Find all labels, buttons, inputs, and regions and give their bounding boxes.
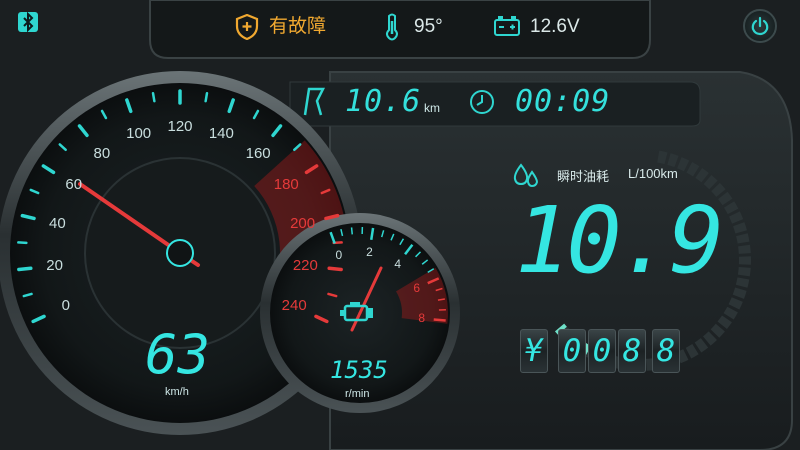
power-button[interactable] [743, 9, 777, 43]
speed-tick-label: 20 [46, 256, 63, 274]
power-icon [751, 16, 769, 36]
cost-digit: 8 [652, 329, 680, 373]
speed-tick [327, 266, 343, 272]
road-icon [303, 87, 326, 116]
rpm-tick [433, 318, 446, 322]
cost-digit: 0 [558, 329, 586, 373]
currency-symbol: ¥ [520, 329, 548, 373]
rpm-tick-label: 4 [394, 256, 402, 271]
consumption-unit: L/100km [628, 166, 678, 181]
rpm-tick-label: 2 [366, 244, 373, 259]
rpm-tick-label: 6 [413, 281, 421, 296]
speed-tick [151, 92, 156, 103]
rpm-unit: r/min [345, 388, 370, 400]
speed-tick-label: 100 [126, 124, 152, 142]
speed-tick-label: 220 [292, 256, 318, 274]
speedometer-hub [166, 239, 194, 267]
trip-time: 00:09 [515, 84, 611, 119]
speed-tick-label: 40 [49, 214, 66, 232]
battery-voltage: 12.6V [530, 16, 580, 37]
speed-tick-label: 180 [273, 176, 299, 194]
speed-tick-label: 200 [290, 214, 316, 232]
clock-icon [470, 90, 494, 114]
speed-tick-label: 80 [93, 145, 111, 163]
bluetooth-icon[interactable] [17, 11, 39, 33]
cost-digit: 8 [618, 329, 646, 373]
coolant-temperature: 95° [414, 16, 443, 37]
consumption-value: 10.9 [515, 187, 725, 294]
speed-tick-label: 240 [281, 297, 307, 315]
trip-distance: 10.6 [345, 84, 422, 119]
rpm-readout: 1535 [330, 356, 388, 384]
speed-tick [204, 92, 209, 103]
speed-tick [17, 241, 28, 245]
speed-tick-label: 120 [167, 118, 193, 135]
speed-tick-label: 0 [61, 297, 70, 315]
trip-distance-unit: km [424, 101, 440, 115]
speed-unit: km/h [165, 386, 189, 398]
speed-tick-label: 160 [245, 145, 271, 163]
speed-tick [17, 266, 33, 272]
shield-warning-icon [235, 14, 259, 40]
rpm-tick-label: 0 [335, 247, 343, 262]
speed-tick-label: 140 [208, 124, 234, 142]
consumption-label: 瞬时油耗 [557, 169, 610, 184]
rpm-tick-label: 8 [418, 311, 426, 326]
speed-readout: 63 [145, 323, 211, 386]
fault-status-label: 有故障 [269, 16, 327, 37]
thermometer-icon [386, 13, 398, 41]
rpm-tick [350, 227, 354, 235]
speed-tick-label: 60 [65, 176, 83, 194]
drops-icon [513, 163, 539, 188]
cost-digit: 0 [588, 329, 616, 373]
battery-icon [494, 16, 520, 36]
